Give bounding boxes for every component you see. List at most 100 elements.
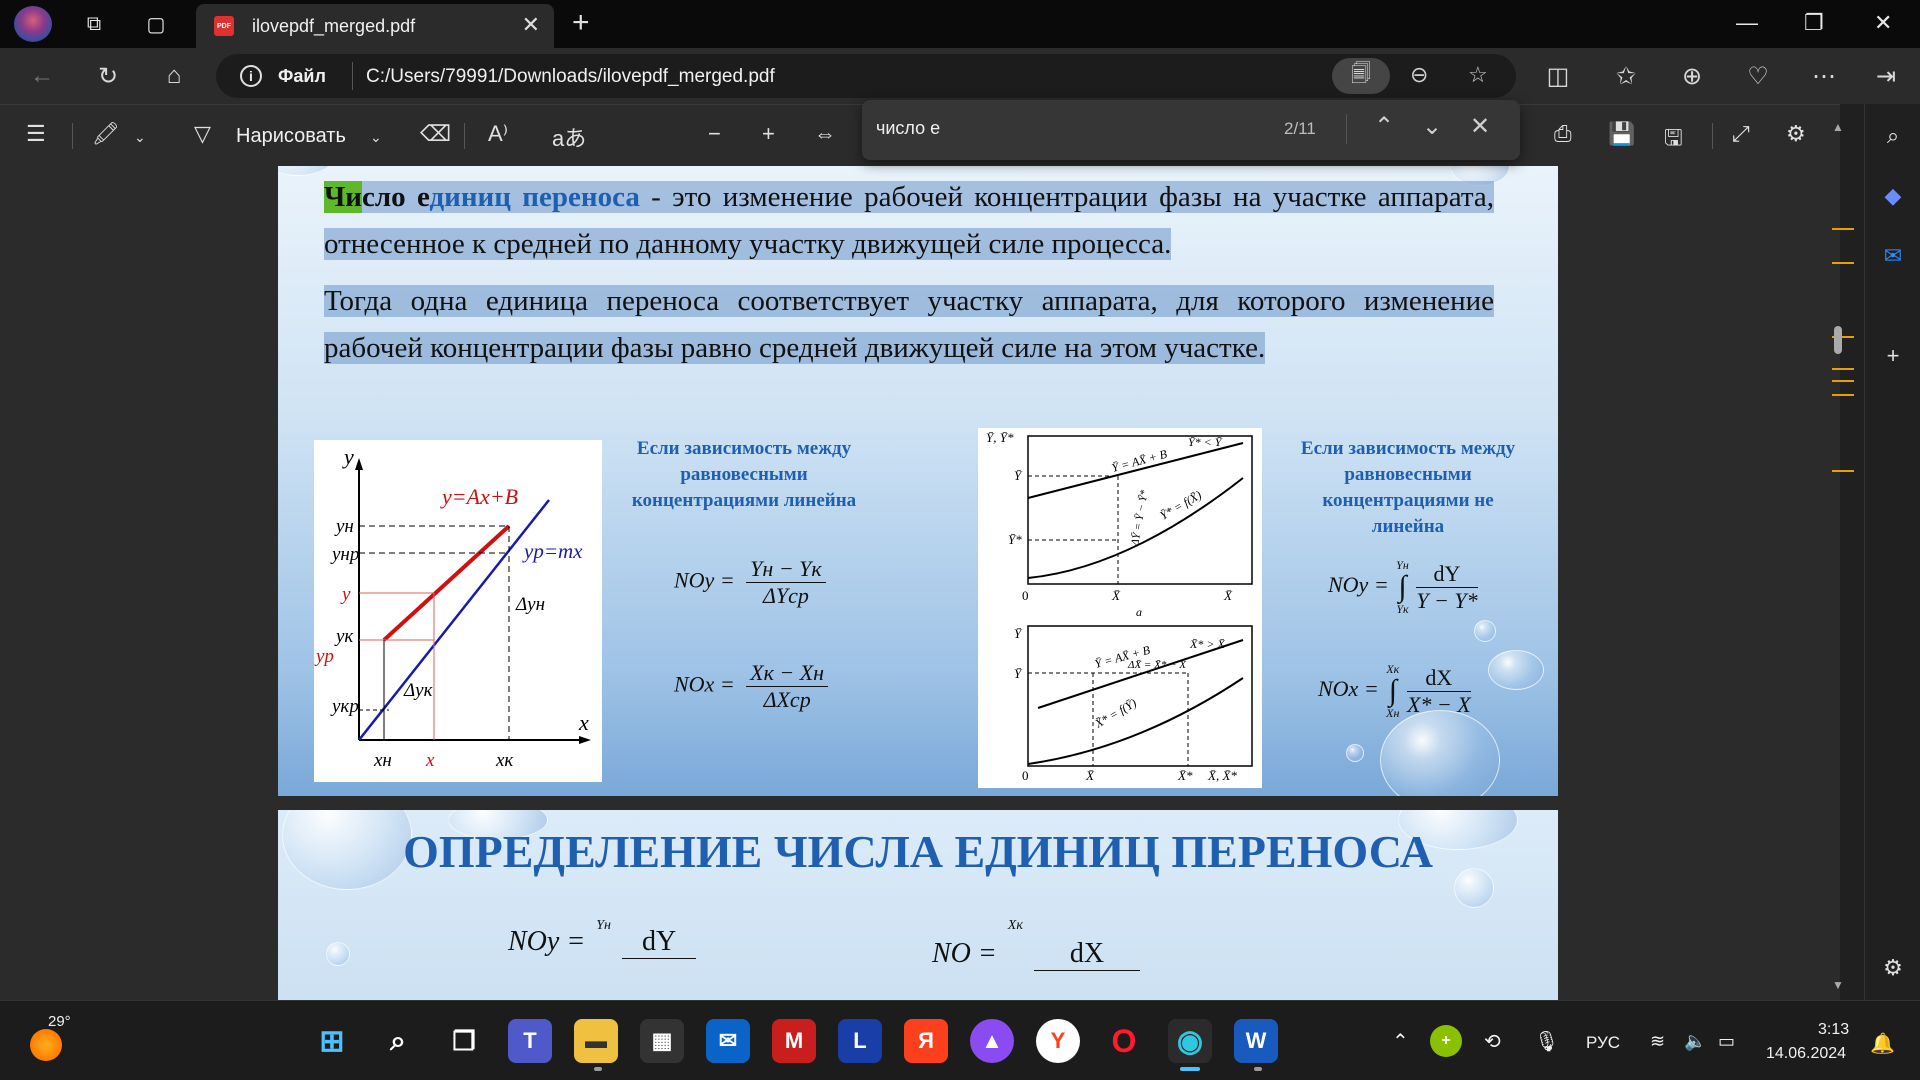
microphone-icon[interactable]: 🎙 <box>1534 1029 1559 1054</box>
zoom-in-icon[interactable]: + <box>762 121 775 147</box>
yandex-icon[interactable]: Я <box>904 1019 948 1063</box>
chevron-down-icon[interactable]: ⌄ <box>134 129 146 146</box>
restore-icon[interactable]: ❐ <box>1804 10 1824 36</box>
weather-sun-icon[interactable] <box>30 1029 62 1061</box>
tab-close-icon[interactable]: ✕ <box>522 12 540 38</box>
formula-lhs: NOy = <box>674 567 735 593</box>
weather-temperature[interactable]: 29° <box>48 1013 71 1030</box>
tab-active[interactable]: PDF ilovepdf_merged.pdf ✕ <box>196 4 554 48</box>
new-tab-icon[interactable]: + <box>572 6 590 40</box>
pdf-page: Число единиц переноса - это изменение ра… <box>278 166 1558 796</box>
teams-icon[interactable]: T <box>508 1019 552 1063</box>
more-menu-icon[interactable]: ⋯ <box>1808 60 1840 92</box>
delta-y-k-label: Δyк <box>403 680 434 701</box>
document-scrollbar[interactable]: ▲ ▼ <box>1830 110 1854 1000</box>
notification-bell-icon[interactable]: 🔔 <box>1870 1031 1895 1056</box>
fig2-top-y-axis: Ȳ, Ȳ* <box>986 430 1014 445</box>
performance-icon[interactable]: ♡ <box>1742 60 1774 92</box>
search-icon[interactable]: ⌕ <box>376 1019 420 1063</box>
volume-icon[interactable]: 🔈 <box>1684 1031 1706 1052</box>
home-icon[interactable]: ⌂ <box>158 60 190 92</box>
scroll-down-icon[interactable]: ▼ <box>1832 978 1844 992</box>
tray-app-icon[interactable]: + <box>1430 1025 1462 1057</box>
fig2-top-zero: 0 <box>1022 588 1029 603</box>
formula-lhs: NOx = <box>674 671 735 697</box>
formula-numerator: Xк − Xн <box>746 660 829 687</box>
address-bar[interactable]: i Файл C:/Users/79991/Downloads/ilovepdf… <box>216 54 1516 98</box>
split-screen-icon[interactable]: ◫ <box>1542 60 1574 92</box>
draw-icon[interactable]: ▽ <box>194 121 211 147</box>
l-app-icon[interactable]: L <box>838 1019 882 1063</box>
print-icon[interactable]: ⎙ <box>1554 121 1572 147</box>
chevron-down-icon[interactable]: ⌄ <box>370 129 382 146</box>
refresh-icon[interactable]: ↻ <box>92 60 124 92</box>
microsoft-store-icon[interactable]: ▦ <box>640 1019 684 1063</box>
show-hidden-icons-icon[interactable]: ⌃ <box>1392 1029 1409 1054</box>
fig2-top-y: Ȳ <box>1014 468 1023 483</box>
sync-icon[interactable]: ⟲ <box>1484 1029 1501 1054</box>
contents-icon[interactable]: ☰ <box>26 121 46 147</box>
find-close-icon[interactable]: ✕ <box>1470 112 1490 141</box>
copilot-icon[interactable]: ◆ <box>1877 180 1909 212</box>
zoom-icon[interactable]: ⊖ <box>1410 62 1428 88</box>
scroll-thumb[interactable] <box>1834 326 1842 354</box>
find-previous-icon[interactable]: ⌃ <box>1374 112 1394 141</box>
x-n-label: xн <box>373 750 392 771</box>
read-aloud-icon[interactable]: A⁾ <box>488 121 508 147</box>
translate-icon[interactable]: aあ <box>552 121 586 153</box>
fig2-top-ystar: Ȳ* <box>1008 532 1022 547</box>
favorite-star-icon[interactable]: ☆ <box>1468 62 1488 88</box>
find-next-icon[interactable]: ⌄ <box>1422 112 1442 141</box>
battery-icon[interactable]: ▭ <box>1718 1031 1735 1052</box>
caption-nonlinear: Если зависимость между равновесными конц… <box>1300 438 1516 537</box>
fullscreen-icon[interactable]: ⤢ <box>1732 121 1750 147</box>
scroll-up-icon[interactable]: ▲ <box>1832 120 1844 134</box>
file-explorer-icon[interactable]: ▬ <box>574 1019 618 1063</box>
fig2-bot-zero: 0 <box>1022 768 1029 783</box>
profile-avatar[interactable] <box>14 6 52 42</box>
outlook-icon[interactable]: ✉ <box>1877 240 1909 272</box>
language-indicator[interactable]: РУС <box>1586 1033 1620 1053</box>
explanation-text: Тогда одна единица переноса соответствуе… <box>324 285 1494 364</box>
word-icon[interactable]: W <box>1234 1019 1278 1063</box>
pdf-viewer[interactable]: Число единиц переноса - это изменение ра… <box>0 166 1840 1000</box>
alice-icon[interactable]: ▲ <box>970 1019 1014 1063</box>
info-icon[interactable]: i <box>240 65 262 87</box>
fit-width-icon[interactable]: ⇔ <box>814 121 836 147</box>
settings-gear-icon[interactable]: ⚙ <box>1786 121 1806 147</box>
save-as-icon[interactable]: 🖫 <box>1664 121 1683 159</box>
slide-title: ОПРЕДЕЛЕНИЕ ЧИСЛА ЕДИНИЦ ПЕРЕНОСА <box>403 826 1433 877</box>
close-window-icon[interactable]: ✕ <box>1874 10 1892 36</box>
clock-time[interactable]: 3:13 <box>1818 1021 1849 1039</box>
integral-upper-limit: Yн <box>596 918 611 933</box>
highlight-icon[interactable]: 🖍 <box>92 121 120 147</box>
edge-icon[interactable]: ◉ <box>1168 1019 1212 1063</box>
opera-icon[interactable]: O <box>1102 1019 1146 1063</box>
save-icon[interactable]: 💾 <box>1608 121 1635 147</box>
windows-start-icon[interactable]: ⊞ <box>310 1019 354 1063</box>
url-text[interactable]: C:/Users/79991/Downloads/ilovepdf_merged… <box>366 66 775 88</box>
sidebar-toggle-icon[interactable]: ⇥ <box>1870 60 1902 92</box>
workspaces-icon[interactable]: ⧉ <box>78 8 110 40</box>
clock-date[interactable]: 14.06.2024 <box>1766 1045 1846 1063</box>
mcafee-icon[interactable]: M <box>772 1019 816 1063</box>
zoom-out-icon[interactable]: − <box>708 121 721 147</box>
add-icon[interactable]: + <box>1877 340 1909 372</box>
collections-icon[interactable]: ⊕ <box>1676 60 1708 92</box>
read-aloud-icon[interactable]: 🗐 <box>1332 58 1390 94</box>
edge-sidebar: ⌕ ◆ ✉ + ⚙ <box>1864 104 1920 1000</box>
find-input[interactable] <box>876 112 1236 144</box>
draw-button-label[interactable]: Нарисовать <box>236 125 346 148</box>
yandex-browser-icon[interactable]: Y <box>1036 1019 1080 1063</box>
task-view-icon[interactable]: ❐ <box>442 1019 486 1063</box>
mail-icon[interactable]: ✉ <box>706 1019 750 1063</box>
eraser-icon[interactable]: ⌫ <box>420 121 451 147</box>
back-icon[interactable]: ← <box>26 60 58 92</box>
wifi-icon[interactable]: ≋ <box>1650 1031 1665 1052</box>
minimize-icon[interactable]: — <box>1736 10 1758 36</box>
favorites-icon[interactable]: ✩ <box>1610 60 1642 92</box>
tab-actions-icon[interactable]: ▢ <box>140 8 172 40</box>
integral-sign: ∫ <box>1388 674 1397 707</box>
settings-gear-icon[interactable]: ⚙ <box>1877 952 1909 984</box>
search-icon[interactable]: ⌕ <box>1877 120 1909 152</box>
